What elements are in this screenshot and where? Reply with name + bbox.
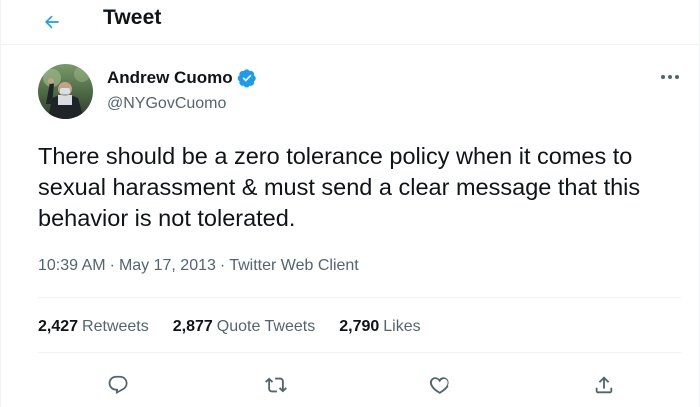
tweet-source[interactable]: Twitter Web Client [229, 257, 359, 274]
verified-badge-icon [237, 68, 257, 88]
author-name-text: Andrew Cuomo [107, 68, 233, 87]
tweet-time[interactable]: 10:39 AM [38, 257, 106, 274]
share-button[interactable] [591, 372, 617, 398]
page-title: Tweet [103, 6, 162, 29]
separator-dot: · [109, 257, 115, 274]
divider [38, 352, 681, 353]
tweet-date[interactable]: May 17, 2013 [119, 257, 216, 274]
quote-tweets-count: 2,877 [172, 318, 213, 335]
share-icon [595, 376, 613, 394]
tweet-text: There should be a zero tolerance policy … [38, 143, 641, 231]
profile-photo [38, 64, 93, 119]
quote-tweets-label: Quote Tweets [216, 318, 316, 335]
likes-label: Likes [383, 318, 421, 335]
likes-count: 2,790 [339, 318, 380, 335]
more-options-button[interactable] [655, 67, 685, 87]
retweets-count: 2,427 [38, 318, 79, 335]
retweet-button[interactable] [263, 372, 289, 398]
like-button[interactable] [427, 372, 453, 398]
author-handle[interactable]: @NYGovCuomo [107, 95, 226, 113]
tweet-metadata: 10:39 AM · May 17, 2013 · Twitter Web Client [38, 257, 359, 275]
engagement-stats: 2,427 Retweets 2,877 Quote Tweets 2,790 Lik… [38, 318, 445, 336]
retweets-label: Retweets [82, 318, 149, 335]
reply-icon [108, 375, 128, 394]
retweets-stat[interactable]: 2,427 Retweets [38, 318, 149, 336]
retweet-icon [265, 377, 287, 393]
back-button[interactable] [37, 7, 67, 37]
avatar[interactable] [38, 64, 93, 119]
separator-dot: · [219, 257, 226, 274]
tweet-detail-view: Tweet Andrew Cuomo @NYGovCuomo There sho… [0, 0, 700, 407]
quote-tweets-stat[interactable]: 2,877 Quote Tweets [173, 318, 315, 336]
header-bar: Tweet [1, 0, 699, 45]
likes-stat[interactable]: 2,790 Likes [339, 318, 420, 336]
more-options-icon [661, 75, 679, 79]
arrow-left-icon [45, 15, 59, 29]
reply-button[interactable] [105, 372, 131, 398]
author-name[interactable]: Andrew Cuomo [107, 68, 257, 88]
divider [38, 297, 681, 298]
heart-icon [429, 377, 449, 394]
